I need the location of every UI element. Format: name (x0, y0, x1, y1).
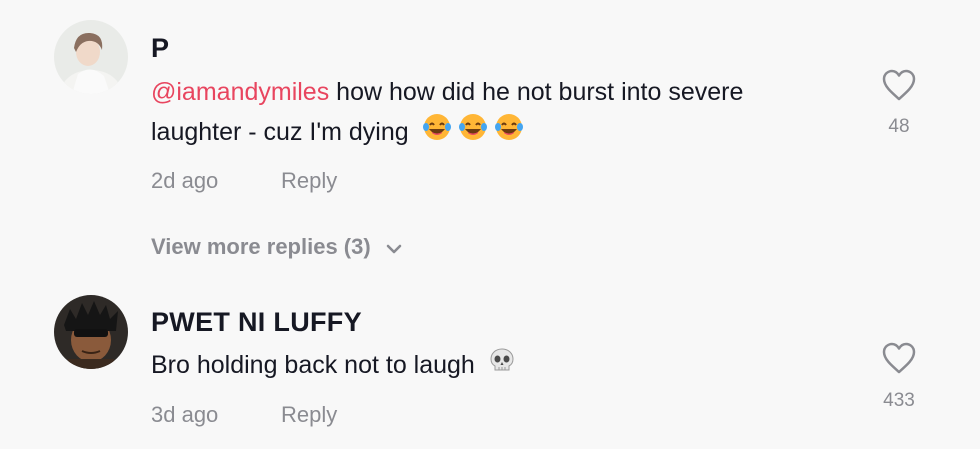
laughing-tears-emoji-icon (422, 113, 452, 153)
user-mention-link[interactable]: @iamandymiles (151, 78, 329, 106)
comment-timestamp: 2d ago (151, 168, 219, 193)
comment-text: Bro holding back not to laugh (151, 345, 871, 386)
like-count: 48 (888, 116, 910, 137)
skull-emoji-icon (488, 346, 516, 386)
reply-button[interactable]: Reply (281, 402, 337, 428)
heart-outline-icon[interactable] (881, 341, 917, 375)
comment-username[interactable]: PWET NI LUFFY (151, 307, 362, 338)
view-more-replies-label: View more replies (3) (151, 234, 371, 259)
view-more-replies-button[interactable]: View more replies (3) (151, 234, 403, 261)
reply-button[interactable]: Reply (281, 168, 337, 194)
laughing-tears-emoji-icon (494, 113, 524, 153)
chevron-down-icon (385, 235, 403, 261)
comment-text: @iamandymiles how how did he not burst i… (151, 72, 871, 153)
heart-outline-icon[interactable] (881, 68, 917, 102)
avatar[interactable] (54, 20, 128, 94)
comment-text-line2: laughter - cuz I'm dying (151, 118, 409, 146)
avatar[interactable] (54, 295, 128, 369)
comment-item: PWET NI LUFFY Bro holding back not to la… (0, 280, 980, 449)
comment-item: P @iamandymiles how how did he not burst… (0, 0, 980, 230)
comment-username[interactable]: P (151, 33, 169, 64)
comment-timestamp: 3d ago (151, 402, 219, 427)
comment-text-line1: how how did he not burst into severe (329, 78, 744, 106)
laughing-tears-emoji-icon (458, 113, 488, 153)
comment-text-body: Bro holding back not to laugh (151, 351, 475, 379)
like-count: 433 (883, 390, 915, 411)
